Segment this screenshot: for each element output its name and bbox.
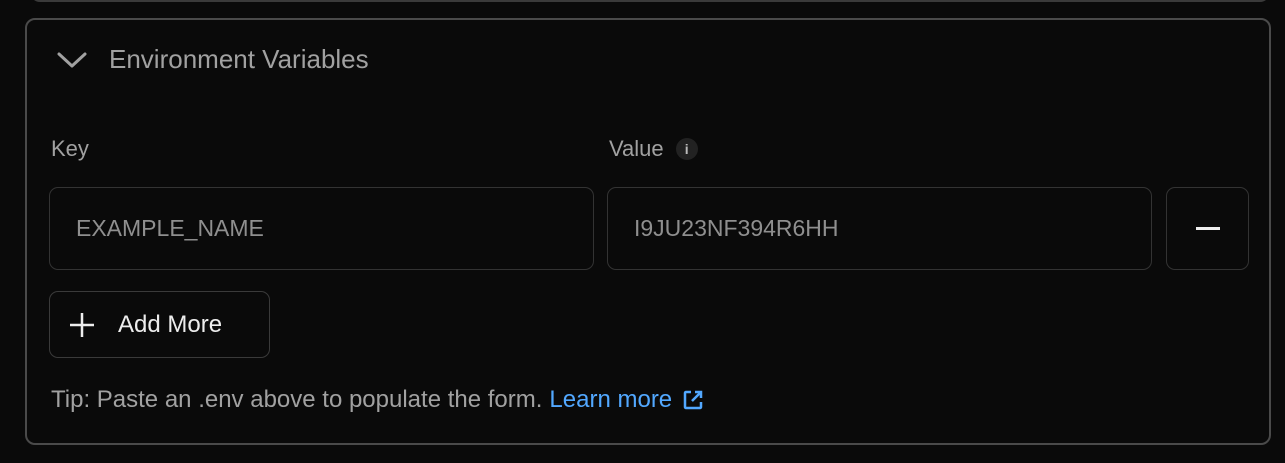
learn-more-label: Learn more	[549, 386, 673, 413]
section-toggle[interactable]: Environment Variables	[55, 44, 369, 75]
minus-icon	[1195, 227, 1220, 230]
info-icon[interactable]: i	[675, 138, 698, 160]
external-link-icon	[683, 390, 703, 410]
add-more-button[interactable]: Add More	[49, 291, 270, 358]
key-label: Key	[51, 136, 89, 162]
plus-icon	[70, 312, 94, 337]
add-more-label: Add More	[118, 310, 223, 338]
environment-variables-panel: Environment Variables Key Valuei Add Mor…	[25, 18, 1271, 445]
key-label-text: Key	[51, 136, 89, 161]
tip-text: Tip: Paste an .env above to populate the…	[51, 386, 543, 413]
value-input[interactable]	[607, 187, 1152, 270]
remove-row-button[interactable]	[1166, 187, 1249, 270]
tip: Tip: Paste an .env above to populate the…	[51, 386, 704, 414]
chevron-down-icon	[57, 52, 87, 67]
previous-section-edge	[30, 0, 1270, 2]
learn-more-link[interactable]: Learn more	[549, 386, 704, 414]
value-label-text: Value	[609, 136, 664, 161]
key-input[interactable]	[49, 187, 594, 270]
section-title: Environment Variables	[109, 44, 369, 74]
value-label: Value i	[609, 136, 698, 162]
